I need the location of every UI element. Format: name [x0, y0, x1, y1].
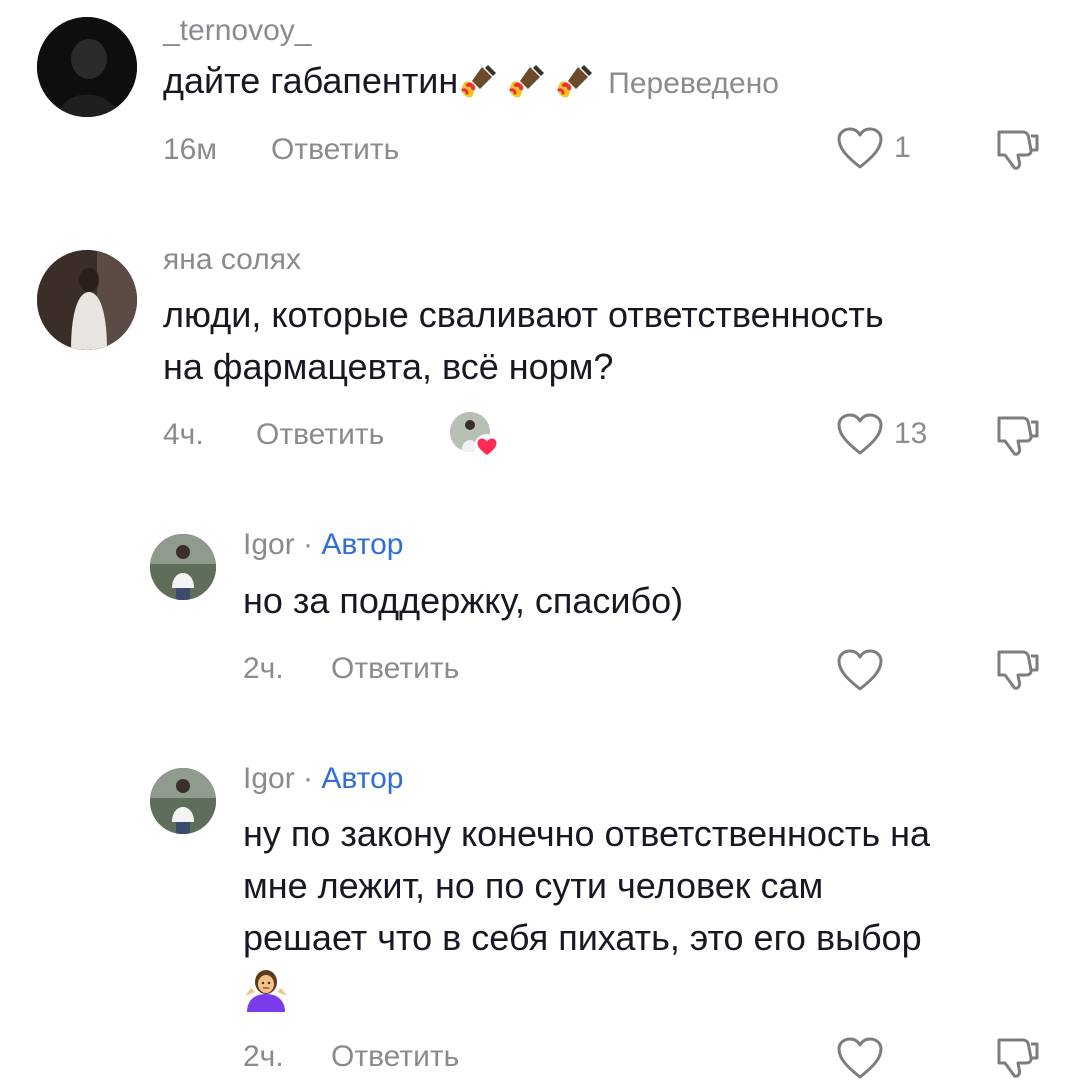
avatar[interactable]: [37, 250, 137, 350]
like-count: 13: [894, 417, 928, 450]
heart-outline-icon: [836, 412, 884, 456]
translated-label[interactable]: Переведено: [608, 67, 779, 100]
avatar[interactable]: [150, 534, 216, 600]
avatar-image: [37, 17, 137, 117]
comment-username[interactable]: Igor: [243, 762, 295, 795]
comment-username-row: Igor · Автор: [243, 762, 403, 796]
creator-liked-badge: [450, 412, 500, 460]
avatar[interactable]: [37, 17, 137, 117]
avatar-image: [150, 768, 216, 834]
comment-text: люди, которые сваливают ответственность …: [163, 289, 884, 393]
avatar-image: [37, 250, 137, 350]
comment-text: дайте габапентин: [163, 60, 459, 101]
comment-username-row: Igor · Автор: [243, 528, 403, 562]
nail-polish-emoji: [554, 63, 594, 103]
like-button[interactable]: [836, 1036, 884, 1080]
comment-text: ну по закону конечно ответственность на …: [243, 808, 930, 964]
thumbs-down-icon[interactable]: [993, 126, 1041, 174]
comment-time: 2ч.: [243, 1040, 284, 1073]
comment-username[interactable]: яна солях: [163, 243, 301, 277]
thumbs-down-icon[interactable]: [993, 1034, 1041, 1082]
reply-button[interactable]: Ответить: [331, 1040, 459, 1074]
author-badge: Автор: [321, 762, 404, 795]
separator-dot: ·: [303, 528, 314, 561]
author-badge: Автор: [321, 528, 404, 561]
like-button[interactable]: 13: [836, 412, 927, 456]
heart-outline-icon: [836, 648, 884, 692]
avatar[interactable]: [150, 768, 216, 834]
comment-text-row: дайте габапентин Переведено: [163, 55, 779, 110]
heart-outline-icon: [836, 126, 884, 170]
comment-text-line: мне лежит, но по сути человек сам: [243, 865, 824, 906]
comment-text-line: на фармацевта, всё норм?: [163, 346, 614, 387]
reply-button[interactable]: Ответить: [256, 418, 384, 452]
nail-polish-emoji: [506, 63, 546, 103]
heart-outline-icon: [836, 1036, 884, 1080]
comment-time: 16м: [163, 133, 217, 166]
comment-item: _ternovoy_ дайте габапентин Переведено 16…: [0, 0, 1080, 200]
like-button[interactable]: [836, 648, 884, 692]
woman-shrugging-emoji: [245, 970, 287, 1012]
heart-filled-icon: [474, 434, 500, 460]
avatar-image: [150, 534, 216, 600]
reply-button[interactable]: Ответить: [331, 652, 459, 686]
thumbs-down-icon[interactable]: [993, 646, 1041, 694]
comment-text-line: ну по закону конечно ответственность на: [243, 813, 931, 854]
comment-username[interactable]: _ternovoy_: [163, 14, 311, 48]
comment-text-line: люди, которые сваливают ответственность: [163, 294, 884, 335]
comment-username[interactable]: Igor: [243, 528, 295, 561]
comment-text-line: решает что в себя пихать, это его выбор: [243, 917, 922, 958]
like-count: 1: [894, 131, 911, 164]
comment-time: 4ч.: [163, 418, 204, 451]
like-button[interactable]: 1: [836, 126, 911, 170]
comment-text: но за поддержку, спасибо): [243, 580, 684, 621]
comment-time: 2ч.: [243, 652, 284, 685]
separator-dot: ·: [303, 762, 314, 795]
nail-polish-emoji: [458, 63, 498, 103]
reply-button[interactable]: Ответить: [271, 133, 399, 167]
thumbs-down-icon[interactable]: [993, 412, 1041, 460]
